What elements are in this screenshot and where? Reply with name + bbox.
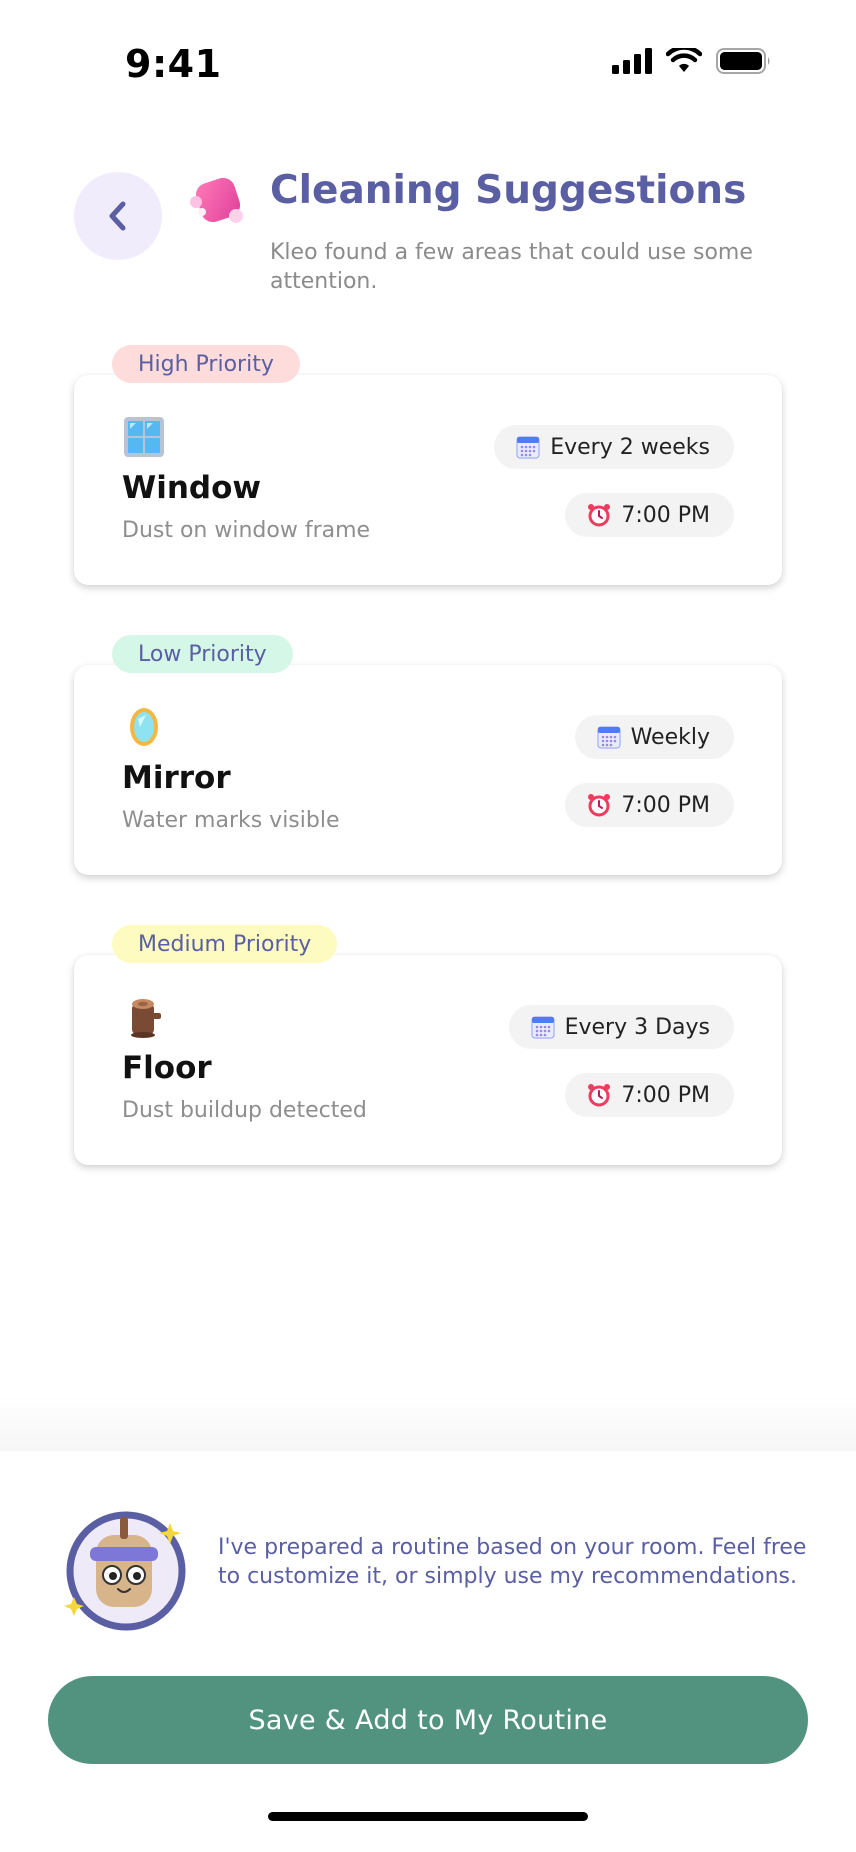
- priority-badge: Low Priority: [112, 635, 293, 673]
- calendar-icon: [516, 436, 540, 459]
- mirror-icon: [130, 708, 158, 746]
- wifi-icon: [666, 48, 702, 72]
- battery-icon: [716, 48, 770, 74]
- card-description: Dust on window frame: [122, 518, 371, 543]
- save-add-routine-button[interactable]: Save & Add to My Routine: [48, 1676, 808, 1764]
- chevron-left-icon: [109, 201, 126, 231]
- frequency-chip[interactable]: Weekly: [574, 715, 734, 759]
- alarm-clock-icon: [588, 794, 611, 817]
- time-label: 7:00 PM: [621, 1082, 710, 1108]
- kleo-mascot-avatar: [64, 1511, 186, 1631]
- time-label: 7:00 PM: [621, 792, 710, 818]
- calendar-icon: [531, 1016, 555, 1039]
- suggestion-card-body: Floor Dust buildup detected Every 3 Days…: [74, 955, 782, 1165]
- frequency-label: Every 3 Days: [564, 1014, 710, 1040]
- bottom-panel-shadow: [0, 1395, 856, 1451]
- status-bar: 9:41: [0, 0, 856, 130]
- card-description: Water marks visible: [122, 808, 340, 833]
- wood-log-icon: [131, 999, 161, 1038]
- priority-badge: Medium Priority: [112, 925, 338, 963]
- time-label: 7:00 PM: [621, 502, 710, 528]
- alarm-clock-icon: [588, 1084, 611, 1107]
- time-chip[interactable]: 7:00 PM: [565, 1073, 734, 1117]
- frequency-label: Weekly: [630, 724, 710, 750]
- frequency-chip[interactable]: Every 2 weeks: [494, 425, 734, 469]
- home-indicator: [268, 1812, 588, 1821]
- back-button[interactable]: [74, 172, 162, 260]
- time-chip[interactable]: 7:00 PM: [565, 783, 734, 827]
- status-time: 9:41: [125, 42, 222, 86]
- assistant-message: I've prepared a routine based on your ro…: [218, 1535, 807, 1589]
- suggestion-card-floor[interactable]: Medium Priority Floor Dust buildup detec…: [74, 925, 782, 1175]
- calendar-icon: [597, 726, 621, 749]
- suggestion-card-window[interactable]: High Priority Window Dust on window fram…: [74, 345, 782, 595]
- card-title: Floor: [122, 1050, 212, 1086]
- suggestion-card-body: Mirror Water marks visible Weekly 7:00 P…: [74, 665, 782, 875]
- card-title: Window: [122, 470, 262, 506]
- cellular-signal-icon: [612, 48, 652, 74]
- frequency-label: Every 2 weeks: [550, 434, 710, 460]
- alarm-clock-icon: [588, 504, 611, 527]
- time-chip[interactable]: 7:00 PM: [565, 493, 734, 537]
- card-title: Mirror: [122, 760, 231, 796]
- card-description: Dust buildup detected: [122, 1098, 367, 1123]
- suggestion-card-body: Window Dust on window frame Every 2 week…: [74, 375, 782, 585]
- page-title: Cleaning Suggestions: [270, 168, 747, 213]
- priority-badge: High Priority: [112, 345, 300, 383]
- status-icons: [612, 48, 772, 74]
- page-subtitle: Kleo found a few areas that could use so…: [270, 240, 753, 294]
- window-icon: [124, 417, 164, 457]
- suggestion-card-mirror[interactable]: Low Priority Mirror Water marks visible …: [74, 635, 782, 885]
- frequency-chip[interactable]: Every 3 Days: [508, 1005, 734, 1049]
- cleaning-sponge-icon: [190, 177, 243, 223]
